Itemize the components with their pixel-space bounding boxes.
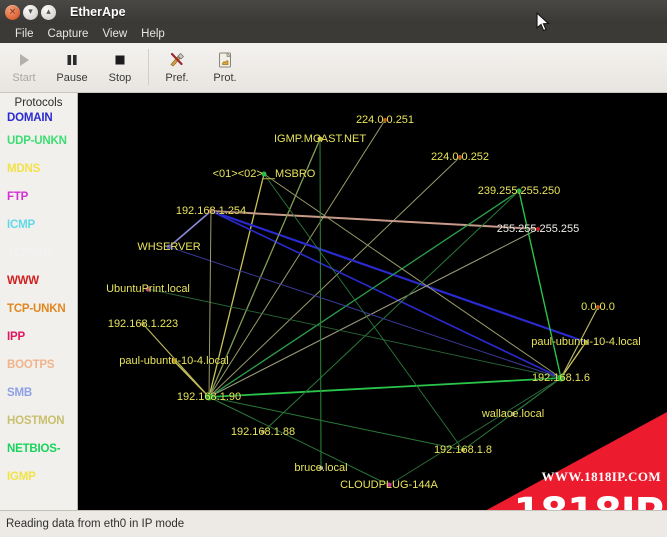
graph-node-label[interactable]: 192.168.1.88 xyxy=(231,426,295,438)
stop-icon xyxy=(112,50,128,70)
graph-node-label[interactable]: 224.0.0.252 xyxy=(431,151,489,163)
protocol-item-www[interactable]: WWW xyxy=(7,268,77,296)
graph-link xyxy=(263,173,562,379)
toolbar-button-label: Prot. xyxy=(213,72,237,84)
graph-link xyxy=(262,190,520,433)
toolbar-button-label: Pref. xyxy=(165,72,189,84)
toolbar-button-label: Start xyxy=(12,72,36,84)
network-graph-canvas[interactable]: 224.0.0.251 IGMP.MCAST.NET 224.0.0.252 <01>… xyxy=(78,93,667,510)
graph-node-label[interactable]: 239.255.255.250 xyxy=(478,185,561,197)
protocol-item-netbios[interactable]: NETBIOS- xyxy=(7,436,77,464)
graph-links-svg xyxy=(142,119,599,486)
toolbar-separator xyxy=(148,49,149,85)
close-icon[interactable]: × xyxy=(5,4,20,20)
graph-node-label[interactable]: 192.168.1.8 xyxy=(434,444,492,456)
graph-node-label[interactable]: IGMP.MCAST.NET xyxy=(274,133,366,145)
protocol-item-igmp[interactable]: IGMP xyxy=(7,464,77,492)
etherape-window: × ▾ ▴ EtherApe File Capture View Help Start… xyxy=(0,0,667,537)
menu-item-file[interactable]: File xyxy=(8,27,41,41)
toolbar-button-start: Start xyxy=(0,43,48,91)
toolbar-button-pause[interactable]: Pause xyxy=(48,43,96,91)
protocol-item-mdns[interactable]: MDNS xyxy=(7,156,77,184)
preferences-tools-icon xyxy=(168,50,186,70)
protocol-item-tcp-unkn[interactable]: TCP-UNKN xyxy=(7,296,77,324)
graph-link xyxy=(208,119,386,398)
graph-node-label[interactable]: paul-ubuntu-10-4.local xyxy=(531,336,640,348)
graph-link xyxy=(518,190,562,379)
graph-link xyxy=(208,190,520,398)
graph-link xyxy=(208,377,562,398)
toolbar-button-stop[interactable]: Stop xyxy=(96,43,144,91)
graph-link xyxy=(388,377,562,486)
toolbar-button-label: Stop xyxy=(108,72,132,84)
protocol-item-bootps[interactable]: BOOTPS xyxy=(7,352,77,380)
toolbar-button-label: Pause xyxy=(56,72,88,84)
graph-node-label[interactable]: CLOUDPLUG-144A xyxy=(340,479,438,491)
protocol-item-udp-unkn[interactable]: UDP-UNKN xyxy=(7,128,77,156)
play-icon xyxy=(16,50,32,70)
pause-icon xyxy=(64,50,80,70)
menu-item-view[interactable]: View xyxy=(95,27,134,41)
protocol-item-domain[interactable]: DOMAIN xyxy=(7,110,77,128)
protocol-item-icmp[interactable]: ICMP xyxy=(7,212,77,240)
protocol-list[interactable]: DOMAIN UDP-UNKN MDNS FTP ICMP TCPMUX WWW TCP-UN… xyxy=(0,110,77,492)
graph-node-label[interactable]: 192.168.1.223 xyxy=(108,318,178,330)
graph-node-label[interactable]: 0.0.0.0 xyxy=(581,301,615,313)
graph-link xyxy=(208,210,212,398)
status-text: Reading data from eth0 in IP mode xyxy=(6,518,185,530)
protocol-item-tcpmux[interactable]: TCPMUX xyxy=(7,240,77,268)
graph-node-label[interactable]: 192.168.1.6 xyxy=(532,372,590,384)
graph-node-label[interactable]: 255.255.255.255 xyxy=(497,223,580,235)
graph-node-label[interactable]: UbuntuPrint.local xyxy=(106,283,190,295)
protocols-document-icon xyxy=(216,50,234,70)
graph-link xyxy=(210,210,562,379)
menu-bar: File Capture View Help xyxy=(0,24,667,43)
menu-item-capture[interactable]: Capture xyxy=(41,27,96,41)
maximize-icon[interactable]: ▴ xyxy=(41,4,56,20)
graph-node-label[interactable]: 192.168.1.90 xyxy=(177,391,241,403)
graph-node-label[interactable]: 192.168.1.254 xyxy=(176,205,246,217)
graph-link xyxy=(263,173,464,451)
graph-node-label[interactable]: paul-ubuntu-10-4.local xyxy=(119,355,228,367)
graph-link xyxy=(210,210,539,230)
graph-link xyxy=(208,396,464,451)
graph-link xyxy=(208,156,461,398)
protocols-header: Protocols xyxy=(14,97,63,109)
menu-item-help[interactable]: Help xyxy=(134,27,172,41)
graph-node-label[interactable]: wallace.local xyxy=(482,408,544,420)
graph-node-label[interactable]: bruce.local xyxy=(294,462,347,474)
window-title: EtherApe xyxy=(70,5,126,19)
protocol-item-ipp[interactable]: IPP xyxy=(7,324,77,352)
title-bar: × ▾ ▴ EtherApe xyxy=(0,0,667,25)
status-bar: Reading data from eth0 in IP mode xyxy=(0,510,667,537)
graph-node-label[interactable]: <01><02>__MSBRO xyxy=(213,168,316,180)
protocol-item-ftp[interactable]: FTP xyxy=(7,184,77,212)
window-controls: × ▾ ▴ xyxy=(5,4,56,20)
protocol-item-hostmon[interactable]: HOSTMON xyxy=(7,408,77,436)
minimize-icon[interactable]: ▾ xyxy=(23,4,38,20)
graph-node-label[interactable]: WHSERVER xyxy=(137,241,200,253)
toolbar-button-pref[interactable]: Pref. xyxy=(153,43,201,91)
toolbar: Start Pause Stop Pref. Prot. xyxy=(0,43,667,93)
graph-node-label[interactable]: 224.0.0.251 xyxy=(356,114,414,126)
protocol-legend-sidebar[interactable]: Protocols DOMAIN UDP-UNKN MDNS FTP ICMP TCPMU… xyxy=(0,93,78,510)
protocol-item-smb[interactable]: SMB xyxy=(7,380,77,408)
toolbar-button-prot[interactable]: Prot. xyxy=(201,43,249,91)
graph-link xyxy=(319,138,322,469)
